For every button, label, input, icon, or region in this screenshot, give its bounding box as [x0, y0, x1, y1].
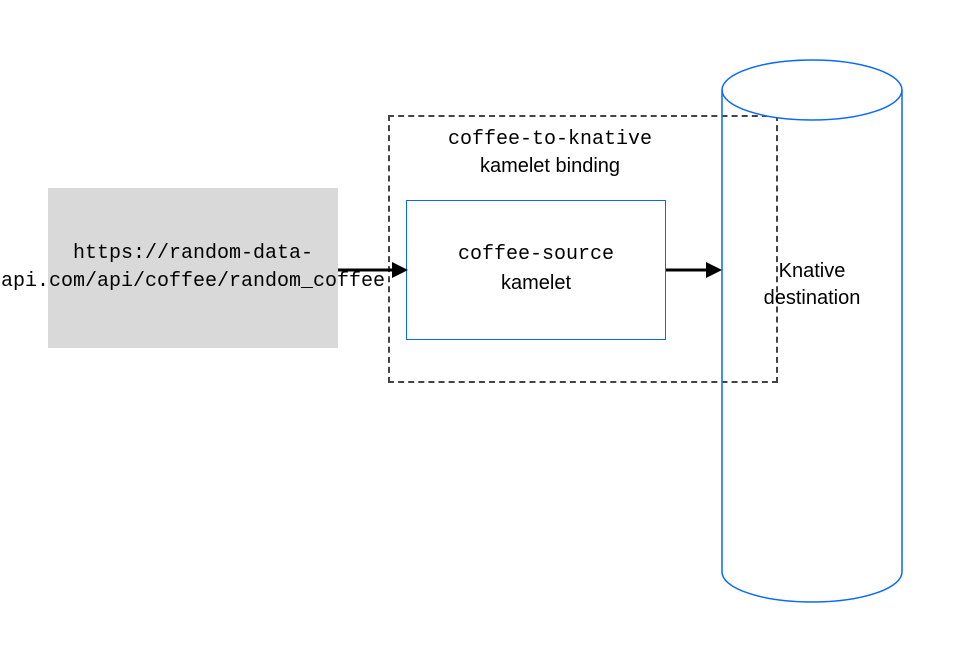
destination-line2: destination: [764, 287, 861, 309]
kamelet-code-name: coffee-source: [458, 243, 614, 266]
kamelet-binding-title: coffee-to-knative kamelet binding: [400, 126, 700, 181]
source-api-box: https://random-data-api.com/api/coffee/r…: [48, 188, 338, 348]
kamelet-subtitle: kamelet: [501, 272, 571, 294]
knative-destination-label: Knative destination: [720, 258, 904, 312]
binding-code-name: coffee-to-knative: [448, 128, 652, 151]
binding-subtitle: kamelet binding: [480, 155, 620, 177]
arrow-source-to-kamelet: [338, 258, 408, 282]
arrow-kamelet-to-destination: [666, 258, 722, 282]
source-api-label: https://random-data-api.com/api/coffee/r…: [1, 240, 385, 296]
kamelet-box: coffee-source kamelet: [406, 200, 666, 340]
knative-destination-cylinder: Knative destination: [720, 58, 904, 604]
destination-line1: Knative: [779, 260, 846, 282]
